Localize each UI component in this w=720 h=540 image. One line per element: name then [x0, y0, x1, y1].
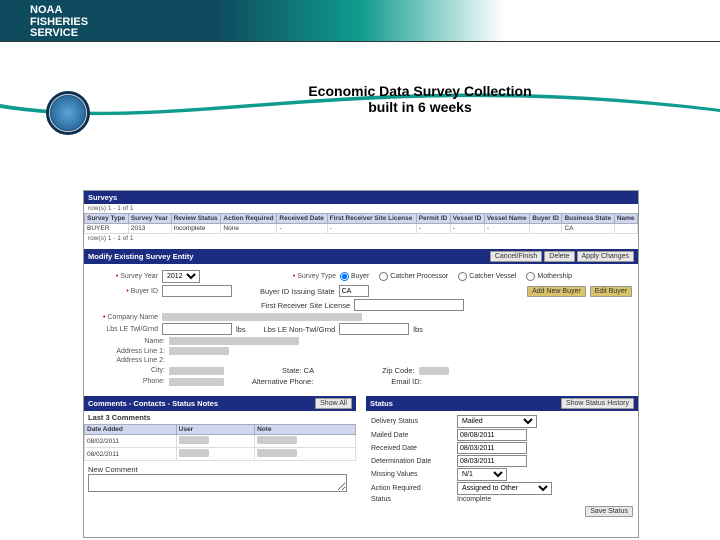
col-action-required[interactable]: Action Required: [221, 214, 277, 224]
survey-type-radios: Buyer Catcher Processor Catcher Vessel M…: [340, 272, 572, 281]
radio-catcher-vessel[interactable]: [458, 272, 467, 281]
col-permit-id[interactable]: Permit ID: [416, 214, 450, 224]
received-date-input[interactable]: [457, 442, 527, 454]
showall-button[interactable]: Show All: [315, 398, 352, 409]
new-comment-input[interactable]: [88, 474, 347, 492]
col-business-state[interactable]: Business State: [562, 214, 614, 224]
cancel-button[interactable]: Cancel/Finish: [490, 251, 542, 262]
status-history-button[interactable]: Show Status History: [561, 398, 634, 409]
issuing-state-label: Buyer ID Issuing State: [260, 287, 335, 296]
comments-header: Comments - Contacts - Status Notes Show …: [84, 396, 356, 411]
table-row[interactable]: 08/02/2011: [85, 435, 356, 448]
survey-app: Surveys row(s) 1 - 1 of 1 Survey Type Su…: [83, 190, 639, 538]
frsl-input[interactable]: [354, 299, 464, 311]
modify-header: Modify Existing Survey Entity Cancel/Fin…: [84, 249, 638, 264]
radio-buyer[interactable]: [340, 272, 349, 281]
radio-mothership[interactable]: [526, 272, 535, 281]
issuing-state-input[interactable]: [339, 285, 369, 297]
col-buyer-id[interactable]: Buyer ID: [530, 214, 562, 224]
new-comment-label: New Comment: [88, 465, 352, 474]
lbs2-label: Lbs LE Non-Twl/Grnd: [264, 325, 336, 334]
add-buyer-button[interactable]: Add New Buyer: [527, 286, 586, 297]
comments-subhead: Last 3 Comments: [84, 411, 356, 424]
rowinfo-bot: row(s) 1 - 1 of 1: [84, 234, 638, 243]
col-review-status[interactable]: Review Status: [171, 214, 221, 224]
company-label: Company Name: [90, 314, 158, 321]
col-vessel-id[interactable]: Vessel ID: [450, 214, 484, 224]
name-label: Name:: [90, 338, 165, 345]
noaa-banner: NOAA FISHERIES SERVICE: [0, 0, 720, 45]
survey-type-label: Survey Type: [268, 273, 336, 280]
survey-year-label: Survey Year: [90, 273, 158, 280]
zip-label: Zip Code:: [382, 366, 415, 375]
page-title: Economic Data Survey Collection built in…: [280, 83, 560, 115]
addr1-label: Address Line 1:: [90, 348, 165, 355]
frsl-label: First Receiver Site License: [261, 301, 350, 310]
state-label: State: CA: [282, 366, 314, 375]
brand-line2: FISHERIES: [30, 17, 690, 29]
phone-label: Phone:: [90, 378, 165, 385]
company-value: [162, 313, 362, 321]
col-survey-year[interactable]: Survey Year: [128, 214, 171, 224]
comments-table: Date Added User Note 08/02/2011 08/02/20…: [84, 424, 356, 461]
brand-line1: NOAA: [30, 5, 690, 17]
modify-form: Survey Year 2012 Survey Type Buyer Catch…: [84, 264, 638, 392]
radio-catcher-processor[interactable]: [379, 272, 388, 281]
table-row[interactable]: 08/02/2011: [85, 448, 356, 461]
save-status-button[interactable]: Save Status: [585, 506, 633, 517]
col-vessel-name[interactable]: Vessel Name: [484, 214, 529, 224]
action-required-select[interactable]: Assigned to Other: [457, 482, 552, 495]
rowinfo-top: row(s) 1 - 1 of 1: [84, 204, 638, 213]
surveys-table: Survey Type Survey Year Review Status Ac…: [84, 213, 638, 234]
brand-line3: SERVICE: [30, 28, 690, 40]
addr2-label: Address Line 2:: [90, 357, 165, 364]
col-received-date[interactable]: Received Date: [277, 214, 327, 224]
mailed-date-input[interactable]: [457, 429, 527, 441]
noaa-seal-icon: [46, 91, 90, 135]
col-name[interactable]: Name: [614, 214, 637, 224]
edit-buyer-button[interactable]: Edit Buyer: [590, 286, 632, 297]
delete-button[interactable]: Delete: [544, 251, 574, 262]
delivery-status-select[interactable]: Mailed: [457, 415, 537, 428]
determination-date-input[interactable]: [457, 455, 527, 467]
lbs1-input[interactable]: [162, 323, 232, 335]
table-row[interactable]: BUYER 2013 Incomplete None - - - - - CA: [85, 224, 638, 234]
buyer-id-label: Buyer ID: [90, 288, 158, 295]
apply-button[interactable]: Apply Changes: [577, 251, 634, 262]
missing-values-select[interactable]: N/1: [457, 468, 507, 481]
buyer-id-input[interactable]: [162, 285, 232, 297]
status-header: Status Show Status History: [366, 396, 638, 411]
altphone-label: Alternative Phone:: [252, 377, 313, 386]
subheader: Economic Data Survey Collection built in…: [0, 45, 720, 139]
lbs1-label: Lbs LE Twl/Grnd: [90, 326, 158, 333]
email-label: Email ID:: [391, 377, 421, 386]
status-value: Incomplete: [457, 496, 491, 503]
city-label: City:: [90, 367, 165, 374]
col-survey-type[interactable]: Survey Type: [85, 214, 129, 224]
brand-block: NOAA FISHERIES SERVICE: [0, 0, 720, 45]
lbs2-input[interactable]: [339, 323, 409, 335]
survey-year-select[interactable]: 2012: [162, 270, 200, 283]
surveys-header: Surveys: [84, 191, 638, 204]
col-frsl[interactable]: First Receiver Site License: [327, 214, 416, 224]
